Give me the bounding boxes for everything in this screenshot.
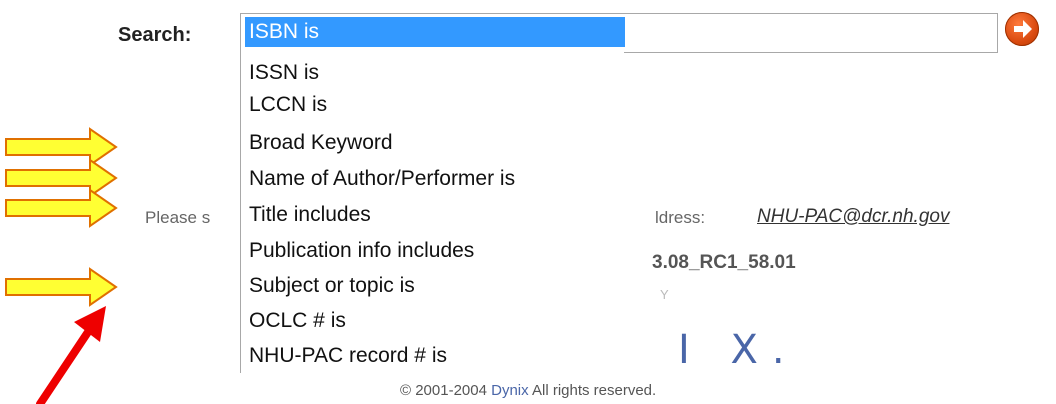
annotation-overlay bbox=[5, 127, 118, 404]
annotation-arrow-broad-keyword bbox=[5, 127, 118, 167]
annotation-arrow-title bbox=[5, 188, 118, 228]
annotation-arrow-subject bbox=[5, 267, 118, 307]
annotation-pointer-red bbox=[36, 306, 106, 404]
annotation-arrow-author bbox=[5, 158, 118, 198]
